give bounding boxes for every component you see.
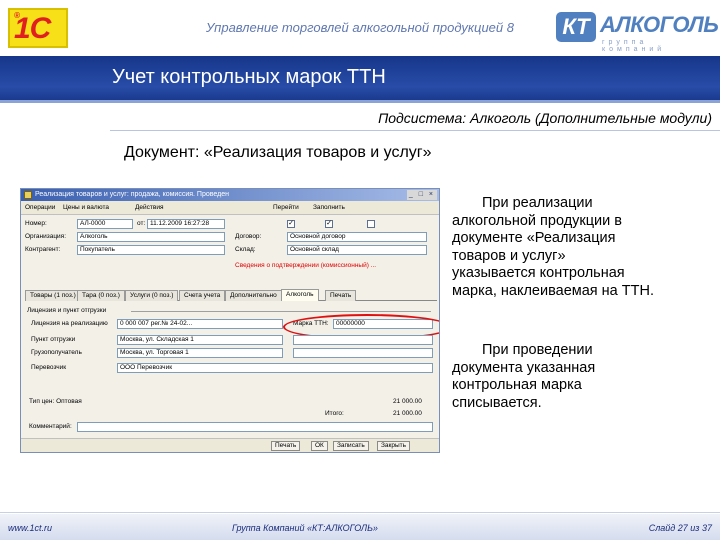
comment-row: Комментарий: — [25, 422, 435, 433]
alc-row-carrier: Перевозчик ООО Перевозчик — [25, 363, 435, 374]
header-title: Управление торговлей алкогольной продукц… — [206, 20, 514, 35]
toolbar-actions[interactable]: Действия — [133, 203, 165, 213]
license-group-label: Лицензия и пункт отгрузки — [27, 307, 107, 314]
slide-footer: www.1ct.ru Группа Компаний «КТ:АЛКОГОЛЬ»… — [0, 514, 720, 540]
organization-label: Организация: — [25, 233, 67, 240]
number-label: Номер: — [25, 220, 47, 227]
ok-button[interactable]: ОК — [311, 441, 328, 451]
kt-logo-name: АЛКОГОЛЬ — [600, 12, 719, 37]
para2-line: При проведении — [482, 342, 593, 358]
registered-mark-icon: ® — [14, 11, 20, 20]
carrier-label: Перевозчик — [31, 364, 67, 371]
tab-accounts[interactable]: Счета учета — [179, 290, 226, 301]
totals-row-1: Тип цен: Оптовая 21 000.00 — [25, 397, 435, 408]
kt-logo-sub: группа компаний — [602, 39, 666, 53]
tab-services[interactable]: Услуги (0 поз.) — [125, 290, 179, 301]
date-field[interactable]: 11.12.2009 16:27:28 — [147, 219, 225, 229]
window-title: Реализация товаров и услуг: продажа, ком… — [35, 191, 229, 198]
row-red-note: Сведения о подтверждении (комиссионный) … — [25, 261, 435, 272]
document-title: Документ: «Реализация товаров и услуг» — [124, 144, 432, 161]
tab-alcohol[interactable]: Алкоголь — [281, 289, 319, 301]
window-toolbar: Операции Цены и валюта Действия Перейти … — [21, 201, 439, 215]
consignee-field[interactable]: Москва, ул. Торговая 1 — [117, 348, 283, 358]
slide-title: Учет контрольных марок ТТН — [112, 66, 386, 88]
tab-goods[interactable]: Товары (1 поз.) — [25, 290, 81, 301]
checkbox-1[interactable]: ✓ — [287, 220, 295, 228]
save-button[interactable]: Записать — [333, 441, 369, 451]
shipment-address-field[interactable] — [293, 335, 433, 345]
tab-tara[interactable]: Тара (0 поз.) — [77, 290, 125, 301]
document-window: Реализация товаров и услуг: продажа, ком… — [20, 188, 440, 453]
window-controls-icon[interactable]: _ □ × — [406, 190, 437, 200]
tab-additional[interactable]: Дополнительно — [225, 290, 282, 301]
shipment-point-label: Пункт отгрузки — [31, 336, 76, 343]
license-field[interactable]: 0 000 007 рег.№ 24-02... — [117, 319, 283, 329]
title-band: Учет контрольных марок ТТН — [0, 56, 720, 100]
total-value-2: 21 000.00 — [393, 410, 422, 417]
consignee-label: Грузополучатель — [31, 349, 82, 356]
window-bottom-bar: Печать ОК Записать Закрыть — [21, 438, 439, 452]
row-organization: Организация: Алкоголь Договор: Основной … — [25, 232, 435, 243]
print-button[interactable]: Печать — [271, 441, 301, 451]
group-divider — [131, 311, 431, 312]
window-titlebar: Реализация товаров и услуг: продажа, ком… — [21, 189, 439, 201]
para1-line: При реализации — [482, 195, 593, 211]
para1-line: документе «Реализация — [452, 230, 616, 246]
checkbox-3[interactable] — [367, 220, 375, 228]
total-label: Итого: — [325, 410, 344, 417]
footer-website[interactable]: www.1ct.ru — [8, 523, 52, 533]
warehouse-field[interactable]: Основной склад — [287, 245, 427, 255]
consignee-address-field[interactable] — [293, 348, 433, 358]
section-divider — [110, 130, 720, 131]
alc-row-consignee: Грузополучатель Москва, ул. Торговая 1 — [25, 348, 435, 359]
description-paragraph-1: При реализации алкогольной продукции в д… — [452, 195, 718, 300]
totals-row-2: Итого: 21 000.00 — [25, 409, 435, 420]
band-divider — [0, 100, 720, 103]
row-number: Номер: АЛ-0000 от: 11.12.2009 16:27:28 ✓… — [25, 219, 435, 230]
license-label: Лицензия на реализацию — [31, 320, 108, 327]
para2-line: документа указанная — [452, 359, 596, 376]
kt-logo-box: КТ — [556, 12, 596, 42]
counterparty-label: Контрагент: — [25, 246, 61, 253]
footer-company: Группа Компаний «КТ:АЛКОГОЛЬ» — [232, 523, 378, 533]
shipment-point-field[interactable]: Москва, ул. Складская 1 — [117, 335, 283, 345]
toolbar-fill[interactable]: Заполнить — [311, 203, 347, 213]
date-label: от: — [137, 220, 146, 227]
carrier-field[interactable]: ООО Перевозчик — [117, 363, 433, 373]
contract-label: Договор: — [235, 233, 262, 240]
1c-logo-icon: 1С ® — [8, 8, 68, 48]
contract-field[interactable]: Основной договор — [287, 232, 427, 242]
warehouse-label: Склад: — [235, 246, 256, 253]
para1-line: товаров и услуг» — [452, 247, 566, 264]
confirmation-note: Сведения о подтверждении (комиссионный) … — [235, 262, 377, 269]
checkbox-2[interactable]: ✓ — [325, 220, 333, 228]
document-tabs: Товары (1 поз.) Тара (0 поз.) Услуги (0 … — [25, 289, 437, 301]
footer-divider — [0, 512, 720, 513]
description-paragraph-2: При проведении документа указанная контр… — [452, 342, 718, 412]
toolbar-operations[interactable]: Операции — [23, 203, 57, 213]
row-counterparty: Контрагент: Покупатель Склад: Основной с… — [25, 245, 435, 256]
comment-label: Комментарий: — [29, 423, 72, 430]
toolbar-goto[interactable]: Перейти — [271, 203, 301, 213]
subsystem-label: Подсистема: Алкоголь (Дополнительные мод… — [378, 110, 712, 126]
footer-slide-number: Слайд 27 из 37 — [648, 523, 712, 533]
total-value-1: 21 000.00 — [393, 398, 422, 405]
number-field[interactable]: АЛ-0000 — [77, 219, 133, 229]
close-button[interactable]: Закрыть — [377, 441, 411, 451]
counterparty-field[interactable]: Покупатель — [77, 245, 225, 255]
comment-field[interactable] — [77, 422, 433, 432]
tab-print[interactable]: Печать — [325, 290, 357, 301]
para2-line: контрольная марка — [452, 377, 582, 393]
document-icon — [24, 191, 32, 199]
organization-field[interactable]: Алкоголь — [77, 232, 225, 242]
para1-line: указывается контрольная — [452, 265, 625, 281]
para1-line: марка, наклеиваемая на ТТН. — [452, 282, 654, 299]
para1-line: алкогольной продукции в — [452, 212, 622, 229]
toolbar-prices[interactable]: Цены и валюта — [61, 203, 111, 213]
alc-row-shipment: Пункт отгрузки Москва, ул. Складская 1 — [25, 335, 435, 346]
para2-line: списывается. — [452, 394, 542, 411]
kt-alkogol-logo: КТ АЛКОГОЛЬ группа компаний — [556, 12, 719, 53]
price-type-label: Тип цен: Оптовая — [29, 398, 82, 405]
slide-header: 1С ® Управление торговлей алкогольной пр… — [0, 0, 720, 56]
